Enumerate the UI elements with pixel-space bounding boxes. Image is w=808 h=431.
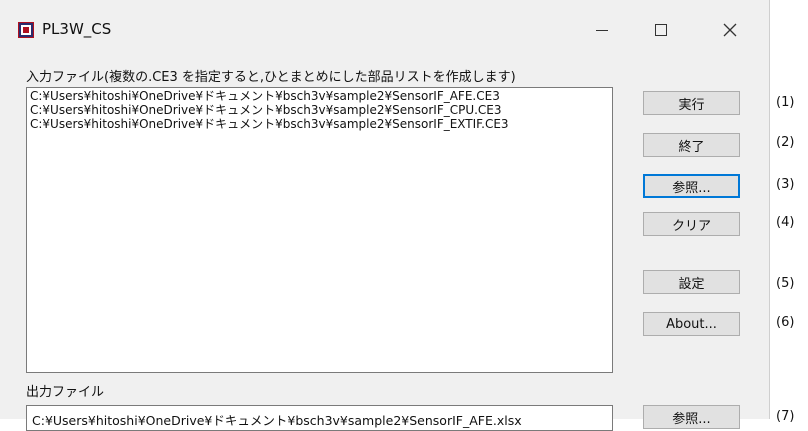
title-bar[interactable]: PL3W_CS (0, 0, 769, 54)
browse-input-button[interactable]: 参照... (643, 174, 740, 198)
input-file-list[interactable]: C:¥Users¥hitoshi¥OneDrive¥ドキュメント¥bsch3v¥… (26, 87, 613, 373)
annotation-3: (3) (776, 177, 795, 192)
run-button[interactable]: 実行 (643, 91, 740, 115)
annotation-7: (7) (776, 409, 795, 424)
list-item[interactable]: C:¥Users¥hitoshi¥OneDrive¥ドキュメント¥bsch3v¥… (30, 89, 609, 103)
list-item[interactable]: C:¥Users¥hitoshi¥OneDrive¥ドキュメント¥bsch3v¥… (30, 117, 609, 131)
browse-output-button[interactable]: 参照... (643, 405, 740, 429)
annotation-5: (5) (776, 276, 795, 291)
minimize-icon (596, 29, 608, 31)
input-files-label: 入力ファイル(複数の.CE3 を指定すると,ひとまとめにした部品リストを作成しま… (26, 70, 516, 85)
maximize-button[interactable] (637, 12, 685, 48)
settings-button[interactable]: 設定 (643, 270, 740, 294)
exit-button[interactable]: 終了 (643, 133, 740, 157)
annotation-6: (6) (776, 315, 795, 330)
window-title: PL3W_CS (42, 20, 112, 38)
about-button[interactable]: About... (643, 312, 740, 336)
main-window: PL3W_CS 入力ファイル(複数の.CE3 を指定すると,ひとまとめにした部品… (0, 0, 770, 431)
annotation-2: (2) (776, 135, 795, 150)
minimize-button[interactable] (578, 12, 626, 48)
list-item[interactable]: C:¥Users¥hitoshi¥OneDrive¥ドキュメント¥bsch3v¥… (30, 103, 609, 117)
close-button[interactable] (706, 12, 754, 48)
output-file-field[interactable]: C:¥Users¥hitoshi¥OneDrive¥ドキュメント¥bsch3v¥… (26, 405, 613, 431)
app-icon[interactable] (18, 22, 34, 38)
annotation-1: (1) (776, 95, 795, 110)
annotation-4: (4) (776, 215, 795, 230)
maximize-icon (655, 24, 667, 36)
close-icon (723, 23, 737, 37)
output-file-label: 出力ファイル (26, 385, 105, 400)
clear-button[interactable]: クリア (643, 212, 740, 236)
